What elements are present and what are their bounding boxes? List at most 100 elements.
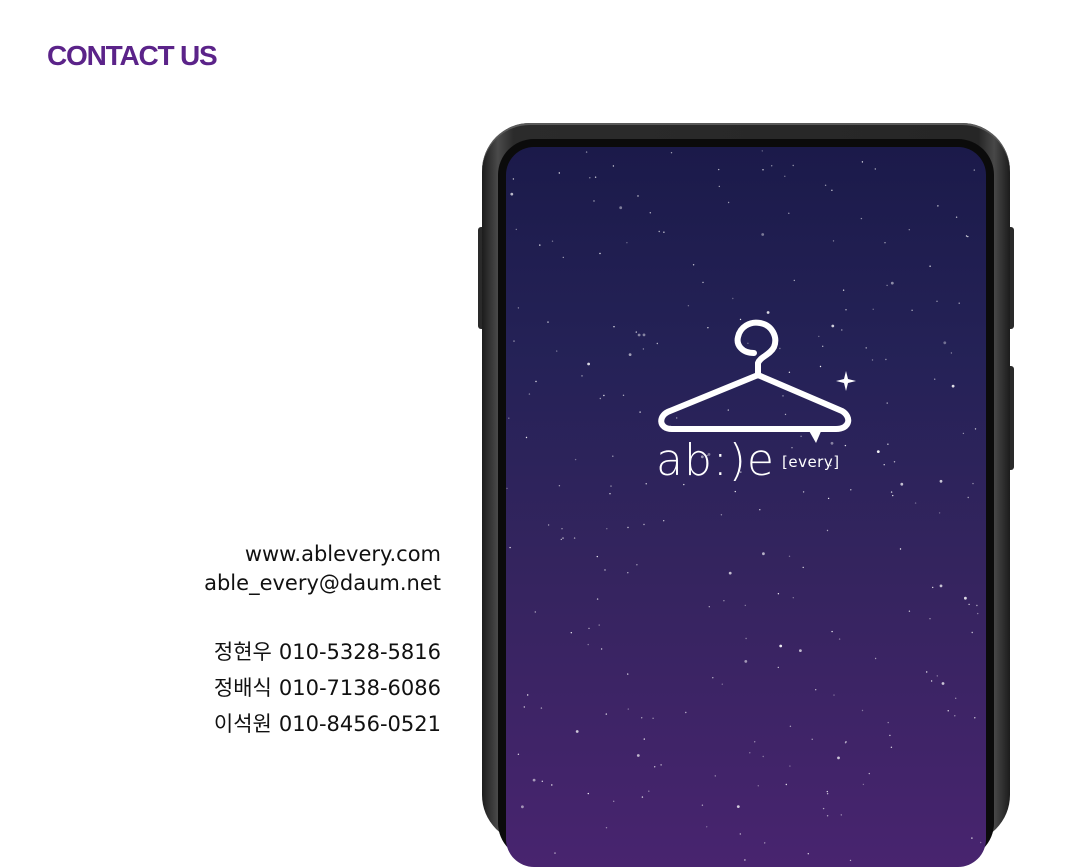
star [762, 755, 764, 758]
star [637, 195, 639, 197]
contact-info: www.ablevery.com able_every@daum.net 정현우… [204, 540, 441, 742]
star [832, 240, 835, 242]
star [777, 593, 780, 595]
email-link[interactable]: able_every@daum.net [204, 569, 441, 598]
star [965, 235, 968, 237]
star [562, 537, 564, 539]
star [596, 555, 598, 558]
star [784, 175, 786, 177]
star [874, 657, 877, 660]
star [842, 289, 845, 291]
star [587, 362, 590, 366]
star [513, 340, 515, 342]
star [862, 783, 865, 786]
star [974, 717, 976, 719]
star [558, 172, 560, 174]
star [838, 638, 841, 640]
star [792, 164, 794, 167]
star [532, 778, 536, 782]
person-phone[interactable]: 010-8456-0521 [279, 712, 441, 736]
star [824, 184, 827, 186]
person-phone[interactable]: 010-7138-6086 [279, 676, 441, 700]
phone-frame: ab:)e [every] [482, 123, 1010, 867]
star [962, 432, 965, 435]
star [744, 660, 748, 663]
star [976, 604, 978, 607]
star [887, 721, 889, 724]
star [512, 178, 515, 180]
contact-person: 정배식 010-7138-6086 [204, 670, 441, 706]
star [744, 859, 746, 861]
star [658, 230, 660, 233]
page-title: CONTACT US [47, 40, 218, 71]
star [973, 169, 975, 171]
person-name: 이석원 [213, 712, 272, 736]
star [701, 804, 704, 806]
star [779, 644, 783, 648]
star [849, 859, 852, 862]
star [692, 264, 695, 266]
star [639, 411, 641, 413]
star [826, 790, 828, 793]
star [648, 790, 650, 792]
star [535, 380, 537, 383]
phone-mockup: ab:)e [every] [478, 123, 1014, 867]
star [593, 200, 595, 202]
star [599, 397, 601, 400]
star [831, 630, 833, 633]
star [826, 815, 829, 817]
star [721, 683, 723, 685]
star [534, 611, 536, 613]
star [517, 753, 520, 755]
star [943, 341, 947, 345]
website-link[interactable]: www.ablevery.com [204, 540, 441, 569]
star [974, 428, 977, 430]
star [585, 151, 588, 153]
star [627, 673, 629, 675]
star [757, 785, 759, 787]
star [739, 833, 741, 835]
star [971, 631, 973, 634]
person-name: 정배식 [213, 676, 272, 700]
phone-bezel: ab:)e [every] [498, 139, 994, 867]
star [926, 671, 928, 673]
person-phone[interactable]: 010-5328-5816 [279, 640, 441, 664]
star [967, 496, 969, 499]
star [547, 321, 549, 323]
star [714, 775, 716, 777]
star [561, 528, 563, 530]
star [588, 627, 590, 630]
star [641, 796, 644, 798]
star [642, 348, 645, 350]
star [540, 707, 543, 709]
star [980, 841, 982, 844]
star [811, 738, 813, 740]
star [911, 309, 913, 311]
star [932, 586, 934, 589]
star [939, 584, 943, 588]
star [510, 192, 514, 196]
star [788, 212, 790, 214]
starfield [506, 150, 982, 862]
star [573, 537, 576, 539]
star [745, 637, 747, 640]
star [890, 281, 894, 285]
star [712, 677, 714, 679]
star [929, 265, 931, 267]
star [605, 713, 607, 715]
star [764, 842, 766, 844]
star [822, 807, 825, 810]
star [936, 675, 938, 677]
star [547, 524, 550, 526]
star [884, 242, 886, 244]
star [523, 706, 525, 708]
star [551, 240, 554, 242]
star [785, 783, 787, 786]
star [637, 333, 641, 337]
star [612, 165, 615, 167]
star [929, 618, 931, 620]
star [964, 596, 967, 600]
star [886, 284, 888, 287]
star [789, 765, 791, 767]
star [914, 502, 917, 504]
